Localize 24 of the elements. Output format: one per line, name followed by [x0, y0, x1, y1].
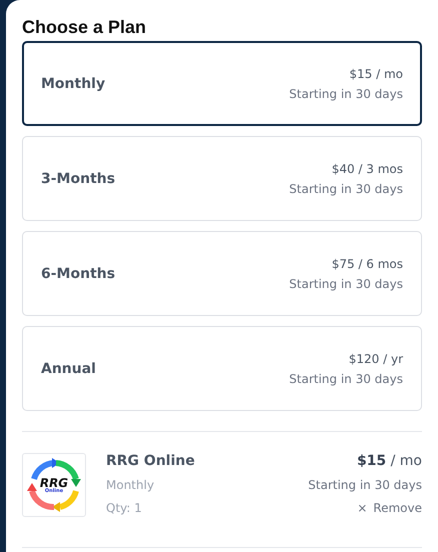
product-name: RRG Online — [106, 453, 196, 469]
plan-name: Monthly — [41, 76, 106, 92]
plan-option[interactable]: Annual $120 / yr Starting in 30 days — [22, 326, 422, 411]
remove-button[interactable]: × Remove — [357, 501, 422, 515]
plan-name: 3-Months — [41, 170, 116, 186]
close-icon: × — [357, 501, 368, 515]
plan-option[interactable]: 3-Months $40 / 3 mos Starting in 30 days — [22, 136, 422, 221]
plan-price: $40 / 3 mos — [332, 162, 403, 176]
plan-name: 6-Months — [41, 266, 116, 282]
section-title: Choose a Plan — [22, 16, 148, 38]
product-plan: Monthly — [106, 478, 156, 492]
plan-start: Starting in 30 days — [289, 182, 403, 196]
plan-name: Annual — [41, 360, 96, 376]
plan-price: $75 / 6 mos — [332, 256, 403, 270]
plan-option[interactable]: 6-Months $75 / 6 mos Starting in 30 days — [22, 231, 422, 316]
plan-price: $120 / yr — [348, 352, 403, 366]
plan-start: Starting in 30 days — [289, 372, 403, 386]
plan-option[interactable]: Monthly $15 / mo Starting in 30 days — [22, 41, 422, 126]
product-start: Starting in 30 days — [308, 478, 422, 492]
product-price: $15 / mo — [356, 453, 422, 469]
quantity-label: Qty: 1 — [106, 501, 143, 515]
plan-price: $15 / mo — [349, 66, 403, 80]
plan-start: Starting in 30 days — [289, 276, 403, 290]
plan-start: Starting in 30 days — [289, 86, 403, 100]
